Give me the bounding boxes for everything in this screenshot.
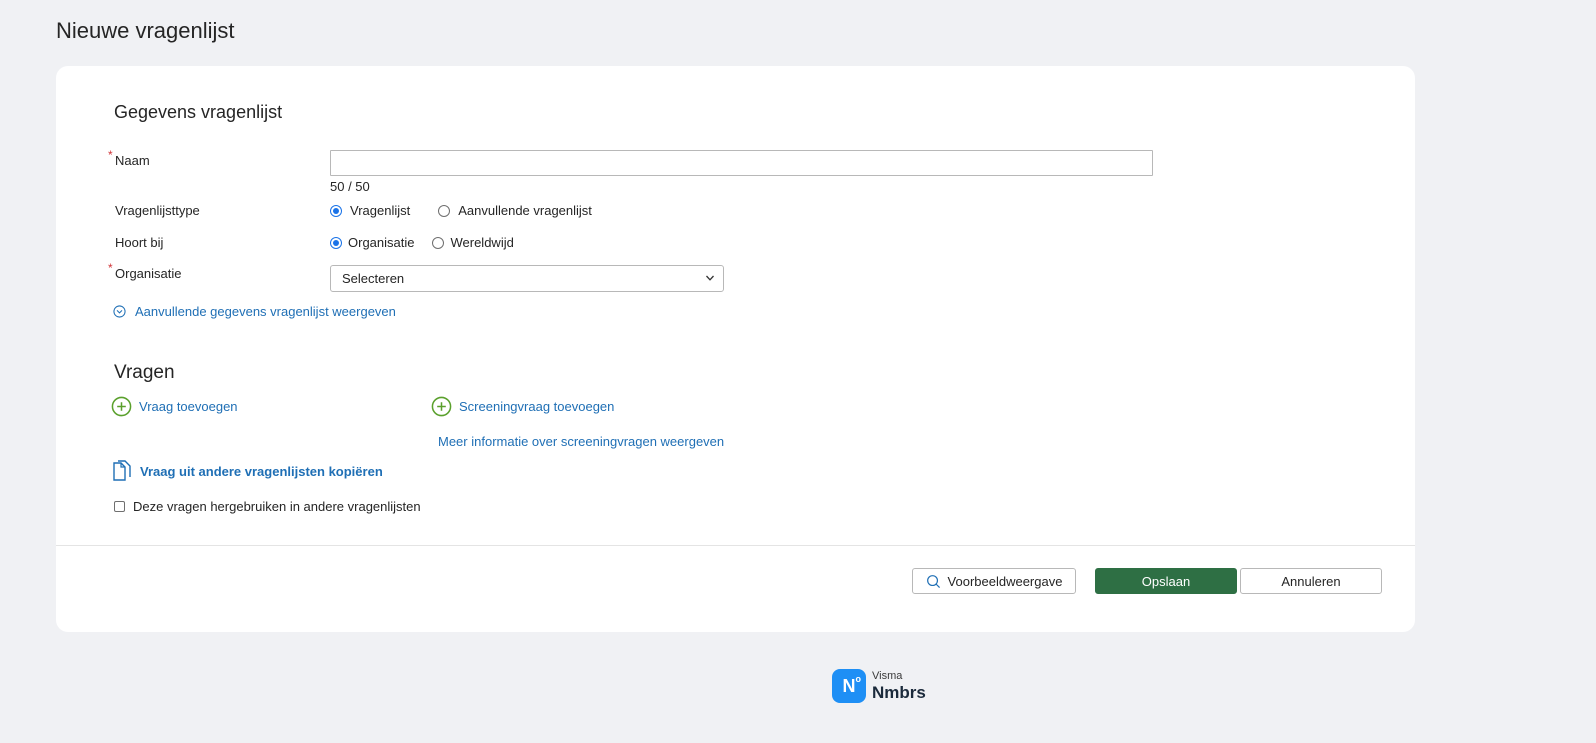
expand-details-link[interactable]: Aanvullende gegevens vragenlijst weergev… xyxy=(113,304,396,319)
search-icon xyxy=(926,574,940,588)
type-label: Vragenlijsttype xyxy=(115,203,200,218)
radio-selected-icon[interactable] xyxy=(330,204,342,217)
belongs-option-wereldwijd[interactable]: Wereldwijd xyxy=(432,235,514,250)
logo-mark-sup: o xyxy=(855,674,862,684)
type-option-label: Aanvullende vragenlijst xyxy=(458,203,592,218)
plus-circle-icon xyxy=(431,396,452,417)
radio-unselected-icon[interactable] xyxy=(432,236,445,249)
org-label: * Organisatie xyxy=(108,261,182,281)
add-question-text: Vraag toevoegen xyxy=(139,399,238,414)
belongs-radio-group: Organisatie Wereldwijd xyxy=(330,235,532,250)
belongs-option-label: Organisatie xyxy=(348,235,415,250)
chevron-circle-down-icon xyxy=(113,305,126,318)
expand-details-text: Aanvullende gegevens vragenlijst weergev… xyxy=(135,304,396,319)
belongs-label: Hoort bij xyxy=(115,235,164,250)
visma-nmbrs-logo: N o Visma Nmbrs xyxy=(832,669,926,703)
save-button[interactable]: Opslaan xyxy=(1095,568,1237,594)
name-char-counter: 50 / 50 xyxy=(330,179,370,194)
footer-divider xyxy=(56,545,1415,546)
brand-small: Visma xyxy=(872,670,903,682)
page-title: Nieuwe vragenlijst xyxy=(56,18,235,43)
reuse-questions-label: Deze vragen hergebruiken in andere vrage… xyxy=(133,499,421,514)
reuse-questions-row[interactable]: Deze vragen hergebruiken in andere vrage… xyxy=(114,499,421,514)
nmbrs-logo-icon: N o xyxy=(832,669,866,703)
section-title-details: Gegevens vragenlijst xyxy=(114,102,283,122)
logo-text: Visma Nmbrs xyxy=(872,670,926,702)
section-title-questions: Vragen xyxy=(114,362,175,383)
reuse-questions-checkbox[interactable] xyxy=(114,501,125,512)
type-radio-group: Vragenlijst Aanvullende vragenlijst xyxy=(330,203,610,218)
org-select[interactable]: Selecteren xyxy=(330,265,724,292)
preview-button[interactable]: Voorbeeldweergave xyxy=(912,568,1076,594)
copy-documents-icon xyxy=(113,460,131,481)
required-marker: * xyxy=(108,148,113,162)
belongs-option-organisatie[interactable]: Organisatie xyxy=(330,235,414,250)
add-screening-question-link[interactable]: Screeningvraag toevoegen xyxy=(431,396,614,417)
radio-unselected-icon[interactable] xyxy=(438,204,451,217)
name-label: * Naam xyxy=(108,148,150,168)
copy-questions-text: Vraag uit andere vragenlijsten kopiëren xyxy=(140,463,383,479)
logo-mark: N xyxy=(842,675,856,696)
radio-selected-icon[interactable] xyxy=(330,236,342,249)
belongs-option-label: Wereldwijd xyxy=(450,235,514,250)
form-card: Gegevens vragenlijst * Naam 50 / 50 Vrag… xyxy=(56,66,1415,632)
org-select-value: Selecteren xyxy=(342,271,405,286)
screening-info-link[interactable]: Meer informatie over screeningvragen wee… xyxy=(438,434,724,449)
plus-circle-icon xyxy=(111,396,132,417)
name-input[interactable] xyxy=(330,150,1153,176)
add-screening-text: Screeningvraag toevoegen xyxy=(459,399,615,414)
brand-big: Nmbrs xyxy=(872,683,926,702)
copy-questions-link[interactable]: Vraag uit andere vragenlijsten kopiëren xyxy=(112,460,383,482)
required-marker: * xyxy=(108,261,113,275)
name-label-text: Naam xyxy=(115,153,150,168)
chevron-down-icon xyxy=(706,275,714,281)
type-option-vragenlijst[interactable]: Vragenlijst xyxy=(330,203,410,218)
org-label-text: Organisatie xyxy=(115,266,182,281)
type-option-label: Vragenlijst xyxy=(350,203,411,218)
cancel-button[interactable]: Annuleren xyxy=(1240,568,1382,594)
type-option-aanvullend[interactable]: Aanvullende vragenlijst xyxy=(438,203,592,218)
add-question-link[interactable]: Vraag toevoegen xyxy=(111,396,238,417)
preview-button-label: Voorbeeldweergave xyxy=(947,573,1063,589)
